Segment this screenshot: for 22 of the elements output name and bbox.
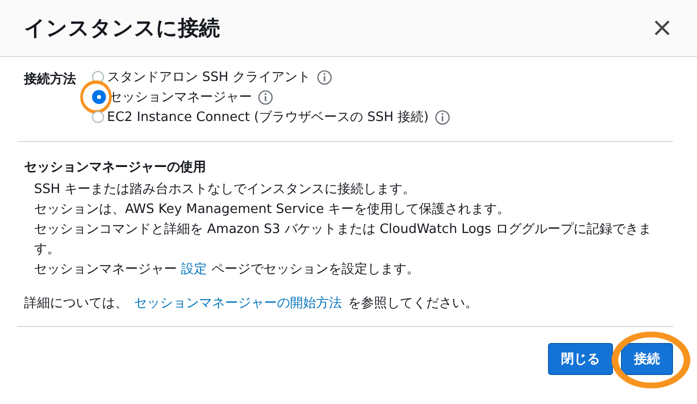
settings-link[interactable]: 設定 [181, 262, 208, 277]
radio-button[interactable] [92, 111, 104, 123]
option-label: スタンドアロン SSH クライアント [107, 69, 311, 86]
getting-started-link[interactable]: セッションマネージャーの開始方法 [134, 294, 342, 312]
option-label: EC2 Instance Connect (ブラウザベースの SSH 接続) [107, 109, 429, 126]
usage-text: ページでセッションを設定します。 [211, 262, 420, 277]
info-text: 詳細については、 [24, 295, 128, 312]
field-label: 接続方法 [24, 70, 77, 89]
dialog-title: インスタンスに接続 [24, 15, 220, 42]
info-icon [258, 90, 273, 104]
connect-button[interactable]: 接続 [621, 343, 673, 375]
usage-text: セッションコマンドと詳細を Amazon S3 バケットまたは CloudWatch Logs ロググループに記録できます。 [34, 221, 652, 259]
close-icon[interactable]: × [651, 15, 673, 41]
usage-text: SSH キーまたは踏み台ホストなしでインスタンスに接続します。 [34, 181, 416, 199]
usage-text: セッションは、AWS Key Management Service キーを使用して保護されます。 [34, 201, 512, 219]
info-text: を参照してください。 [348, 295, 478, 312]
usage-text: セッションマネージャー [34, 262, 177, 277]
radio-button[interactable] [92, 90, 106, 104]
section-heading: セッションマネージャーの使用 [24, 159, 207, 176]
info-icon [434, 110, 450, 124]
info-icon [316, 70, 332, 84]
close-button[interactable]: 閉じる [548, 343, 613, 375]
